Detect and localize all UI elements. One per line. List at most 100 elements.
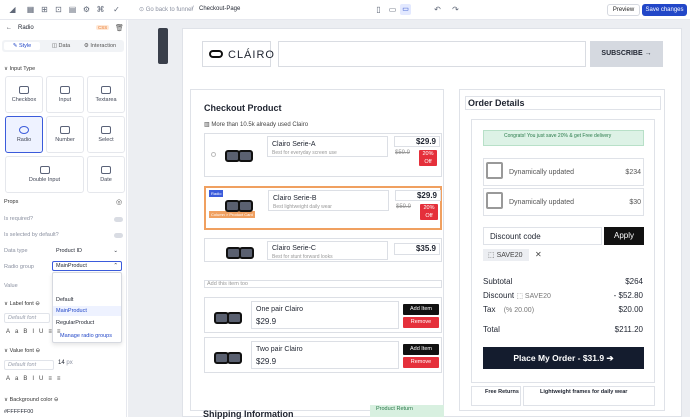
item-price: $234 <box>625 169 641 176</box>
components-icon[interactable]: ⊡ <box>54 5 63 14</box>
save-changes-button[interactable]: Save changes <box>642 4 687 16</box>
apply-button[interactable]: Apply <box>604 227 644 245</box>
check-icon[interactable]: ✓ <box>112 5 121 14</box>
double-input-icon <box>39 166 50 174</box>
remove-button[interactable]: Remove <box>403 317 439 328</box>
back-arrow-icon[interactable]: ← <box>6 25 12 31</box>
tile-input[interactable]: Input <box>46 76 84 113</box>
logo-icon: ◢ <box>9 5 16 14</box>
upsell-card[interactable]: One pair Clairo $29.9 Add Item Remove <box>204 297 442 333</box>
input-type-heading[interactable]: ∨ Input Type <box>4 66 35 72</box>
font-size-input[interactable]: 14 px <box>58 360 73 366</box>
discount-code-input[interactable]: Discount code <box>483 227 602 245</box>
product-price: $29.9 <box>395 190 441 201</box>
undo-icon[interactable]: ↶ <box>433 5 442 14</box>
option-main-product[interactable]: MainProduct <box>53 306 121 316</box>
radio-group-select[interactable]: MainProduct ⌃ <box>52 261 122 271</box>
tab-interaction[interactable]: ⚙ Interaction <box>80 42 120 50</box>
upsell-image <box>213 350 243 364</box>
shipping-title: Shipping Information <box>203 409 294 419</box>
label-text-format-buttons[interactable]: AaBIU≡≡ <box>6 329 65 335</box>
value-font-heading: ∨ Value font ⊖ <box>4 348 41 354</box>
select-icon <box>101 126 111 134</box>
option-regular-product[interactable]: RegularProduct <box>56 320 94 326</box>
product-name: Clairo Serie-C <box>272 245 316 252</box>
product-price: $29.9 <box>394 136 440 147</box>
is-required-label: Is required? <box>4 216 34 222</box>
add-item-button[interactable]: Add Item <box>403 344 439 355</box>
tile-checkbox[interactable]: Checkbox <box>5 76 43 113</box>
mobile-view-icon[interactable]: ▯ <box>374 5 383 14</box>
is-selected-toggle[interactable] <box>114 233 123 238</box>
data-type-select[interactable]: Product ID ⌄ <box>52 246 122 256</box>
product-card[interactable]: Clairo Serie-A Best for everyday screen … <box>204 133 442 177</box>
tile-date[interactable]: Date <box>87 156 125 193</box>
subscribe-button[interactable]: SUBSCRIBE → <box>590 41 663 67</box>
total-label: Total <box>483 325 500 334</box>
tile-radio[interactable]: Radio <box>5 116 43 153</box>
value-text-format-buttons[interactable]: AaBIU≡≡ <box>6 376 65 382</box>
product-text: Clairo Serie-C Best for stunt forward lo… <box>267 241 388 260</box>
discount-badge: 20% Off <box>419 150 437 166</box>
tab-data[interactable]: ◫ Data <box>46 42 76 50</box>
tile-double-input[interactable]: Double Input <box>5 156 84 193</box>
pages-icon[interactable]: ▤ <box>68 5 77 14</box>
product-image <box>224 148 254 162</box>
code-icon[interactable]: ⌘ <box>96 5 105 14</box>
number-icon <box>60 126 70 134</box>
image-placeholder-icon <box>486 192 503 209</box>
tile-textarea[interactable]: Textarea <box>87 76 125 113</box>
value-label: Value <box>4 283 18 289</box>
checkout-title: Checkout Product <box>204 103 282 113</box>
item-label: Dynamically updated <box>509 199 574 206</box>
subtotal-label: Subtotal <box>483 277 513 286</box>
product-old-price: $59.9 <box>396 204 412 210</box>
is-required-toggle[interactable] <box>114 217 123 222</box>
upsell-card[interactable]: Two pair Clairo $29.9 Add Item Remove <box>204 337 442 373</box>
product-card-selected[interactable]: Radio Column > Product Card Clairo Serie… <box>204 186 442 230</box>
image-placeholder-icon <box>486 162 503 179</box>
label-font-select[interactable]: Default font <box>4 313 50 323</box>
info-icon: ◎ <box>116 199 123 206</box>
place-order-button[interactable]: Place My Order - $31.9 ➔ <box>483 347 644 369</box>
tile-number[interactable]: Number <box>46 116 84 153</box>
coupon-chip: ⬚ SAVE20 <box>483 249 529 261</box>
tab-style[interactable]: ✎ Style <box>4 42 40 50</box>
background-color-value[interactable]: #FFFFFF00 <box>4 409 33 415</box>
css-badge: CSS <box>96 25 110 30</box>
remove-button[interactable]: Remove <box>403 357 439 368</box>
product-name: Clairo Serie-A <box>272 141 316 148</box>
delete-icon[interactable]: 🗑 <box>115 24 124 32</box>
remove-coupon-icon[interactable]: ✕ <box>535 250 542 259</box>
value-font-select[interactable]: Default font <box>4 360 54 370</box>
logo-box[interactable]: CLÁIRO <box>202 41 274 67</box>
item-price: $30 <box>629 199 641 206</box>
product-desc: Best for stunt forward looks <box>272 254 333 260</box>
redo-icon[interactable]: ↷ <box>451 5 460 14</box>
tax-value: $20.00 <box>618 305 643 314</box>
back-to-funnel[interactable]: ⊙ Go back to funnel <box>139 6 193 13</box>
product-image <box>224 198 254 212</box>
layers-icon[interactable]: ▦ <box>26 5 35 14</box>
label-font-heading: ∨ Label font ⊖ <box>4 301 40 307</box>
tablet-view-icon[interactable]: ▭ <box>388 5 397 14</box>
breakpoint-tag[interactable] <box>158 28 168 64</box>
chevron-down-icon: ⌄ <box>113 248 118 254</box>
grid-icon[interactable]: ⊞ <box>40 5 49 14</box>
preview-button[interactable]: Preview <box>607 4 640 16</box>
radio-button[interactable] <box>211 152 216 157</box>
tax-label: Tax (% 20.00) <box>483 305 535 314</box>
option-default[interactable]: Default <box>56 297 73 303</box>
manage-radio-groups-link[interactable]: Manage radio groups <box>60 333 112 339</box>
settings-icon[interactable]: ⚙ <box>82 5 91 14</box>
product-desc: Best for everyday screen use <box>272 150 337 156</box>
tile-select[interactable]: Select <box>87 116 125 153</box>
product-text: Clairo Serie-B Best lightweight daily we… <box>268 190 389 211</box>
add-item-button[interactable]: Add Item <box>403 304 439 315</box>
desktop-view-icon[interactable]: ▭ <box>400 4 411 15</box>
upsell-text: One pair Clairo $29.9 <box>251 301 399 329</box>
background-color-heading: ∨ Background color ⊖ <box>4 397 59 403</box>
upsell-price: $29.9 <box>256 317 277 326</box>
product-card[interactable]: Clairo Serie-C Best for stunt forward lo… <box>204 238 442 262</box>
product-price: $35.9 <box>394 243 440 255</box>
